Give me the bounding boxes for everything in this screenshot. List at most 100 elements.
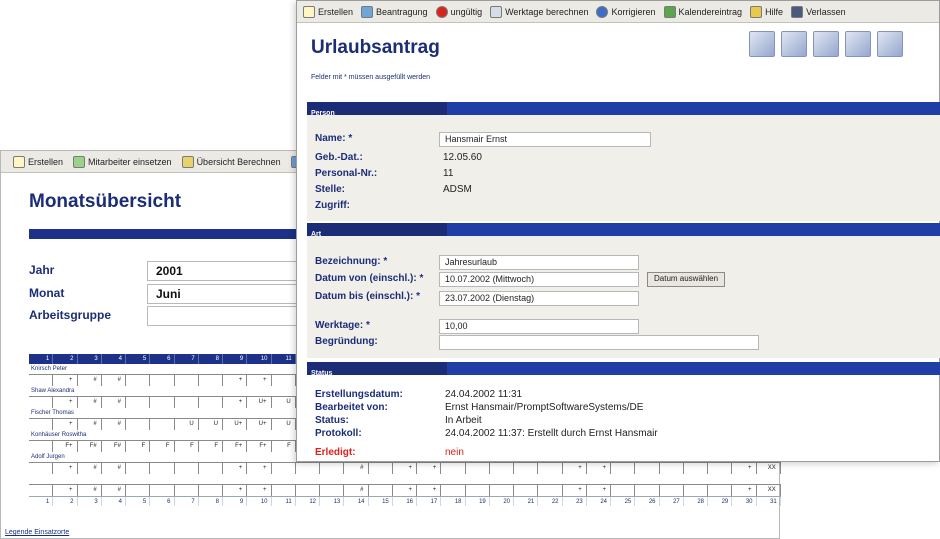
workdays-field[interactable]: 10,00 — [439, 319, 639, 334]
day-cell[interactable] — [272, 375, 296, 386]
day-cell[interactable] — [175, 463, 199, 474]
exit-button[interactable]: Verlassen — [791, 5, 846, 18]
day-cell[interactable]: + — [247, 485, 272, 496]
day-cell[interactable] — [199, 375, 223, 386]
calculate-overview-button[interactable]: Übersicht Berechnen — [181, 155, 281, 168]
day-cell[interactable]: # — [78, 397, 102, 408]
day-cell[interactable]: F — [150, 441, 175, 452]
correct-button[interactable]: Korrigieren — [596, 5, 656, 18]
day-cell[interactable] — [150, 463, 175, 474]
day-cell[interactable] — [466, 463, 490, 474]
day-cell[interactable]: + — [563, 463, 587, 474]
day-cell[interactable]: + — [393, 485, 417, 496]
day-cell[interactable] — [29, 485, 54, 496]
create-button[interactable]: Erstellen — [303, 5, 353, 18]
day-cell[interactable]: + — [417, 463, 442, 474]
day-cell[interactable] — [29, 441, 54, 452]
day-cell[interactable] — [635, 485, 660, 496]
day-cell[interactable] — [369, 485, 393, 496]
day-cell[interactable] — [126, 397, 151, 408]
day-cell[interactable]: + — [732, 463, 757, 474]
day-cell[interactable] — [320, 463, 345, 474]
day-cell[interactable]: # — [344, 463, 369, 474]
name-field[interactable]: Hansmair Ernst — [439, 132, 651, 147]
day-cell[interactable]: + — [732, 485, 757, 496]
day-cell[interactable] — [126, 419, 151, 430]
day-cell[interactable] — [660, 463, 684, 474]
day-cell[interactable] — [490, 485, 514, 496]
date-to-field[interactable]: 23.07.2002 (Dienstag) — [439, 291, 639, 306]
day-cell[interactable] — [466, 485, 490, 496]
day-cell[interactable] — [538, 485, 563, 496]
day-cell[interactable] — [538, 463, 563, 474]
day-cell[interactable] — [611, 463, 636, 474]
day-cell[interactable]: U+ — [247, 419, 272, 430]
day-cell[interactable] — [490, 463, 514, 474]
create-button[interactable]: Erstellen — [13, 155, 63, 168]
day-cell[interactable]: U — [175, 419, 199, 430]
day-cell[interactable]: F+ — [53, 441, 78, 452]
day-cell[interactable] — [660, 485, 684, 496]
day-cell[interactable] — [320, 485, 345, 496]
legend-link[interactable]: Legende Einsatzorte — [5, 529, 69, 536]
day-cell[interactable]: U — [272, 397, 296, 408]
day-cell[interactable]: + — [223, 397, 248, 408]
day-cell[interactable] — [441, 485, 466, 496]
person-name[interactable] — [29, 474, 781, 484]
choose-date-button[interactable]: Datum auswählen — [647, 272, 726, 287]
day-cell[interactable]: # — [78, 375, 102, 386]
day-cell[interactable] — [29, 397, 54, 408]
assign-staff-button[interactable]: Mitarbeiter einsetzen — [73, 155, 172, 168]
day-cell[interactable]: + — [393, 463, 417, 474]
day-cell[interactable]: XX — [757, 463, 781, 474]
day-cell[interactable]: + — [247, 463, 272, 474]
day-cell[interactable] — [296, 463, 320, 474]
day-cell[interactable]: XX — [757, 485, 781, 496]
day-cell[interactable]: + — [223, 375, 248, 386]
day-cell[interactable] — [199, 485, 223, 496]
day-cell[interactable]: + — [53, 397, 78, 408]
day-cell[interactable]: # — [102, 485, 126, 496]
day-cell[interactable]: # — [102, 419, 126, 430]
day-cell[interactable] — [514, 485, 539, 496]
day-cell[interactable] — [29, 375, 54, 386]
day-cell[interactable] — [150, 375, 175, 386]
day-cell[interactable] — [126, 375, 151, 386]
day-cell[interactable]: U — [199, 419, 223, 430]
day-cell[interactable] — [272, 485, 296, 496]
day-cell[interactable] — [150, 397, 175, 408]
day-cell[interactable] — [684, 485, 708, 496]
day-cell[interactable] — [126, 485, 151, 496]
day-cell[interactable] — [199, 397, 223, 408]
day-cell[interactable]: + — [417, 485, 442, 496]
day-cell[interactable] — [29, 419, 54, 430]
day-cell[interactable]: + — [53, 419, 78, 430]
day-cell[interactable]: + — [53, 485, 78, 496]
day-cell[interactable] — [29, 463, 54, 474]
day-cell[interactable]: + — [223, 485, 248, 496]
day-cell[interactable] — [708, 485, 733, 496]
day-cell[interactable] — [635, 463, 660, 474]
day-cell[interactable]: F+ — [223, 441, 248, 452]
day-cell[interactable]: # — [102, 375, 126, 386]
day-cell[interactable]: + — [53, 463, 78, 474]
day-cell[interactable] — [441, 463, 466, 474]
day-cell[interactable] — [150, 485, 175, 496]
day-cell[interactable]: + — [53, 375, 78, 386]
day-cell[interactable]: F# — [102, 441, 126, 452]
designation-field[interactable]: Jahresurlaub — [439, 255, 639, 270]
day-cell[interactable] — [611, 485, 636, 496]
day-cell[interactable]: + — [587, 485, 611, 496]
calendar-entry-button[interactable]: Kalendereintrag — [663, 5, 742, 18]
day-cell[interactable]: + — [563, 485, 587, 496]
day-cell[interactable]: U+ — [247, 397, 272, 408]
day-cell[interactable]: + — [223, 463, 248, 474]
day-cell[interactable] — [514, 463, 539, 474]
day-cell[interactable]: # — [78, 419, 102, 430]
day-cell[interactable]: + — [587, 463, 611, 474]
day-cell[interactable] — [199, 463, 223, 474]
day-cell[interactable]: # — [102, 463, 126, 474]
day-cell[interactable]: F — [199, 441, 223, 452]
help-button[interactable]: Hilfe — [750, 5, 783, 18]
day-cell[interactable] — [150, 419, 175, 430]
